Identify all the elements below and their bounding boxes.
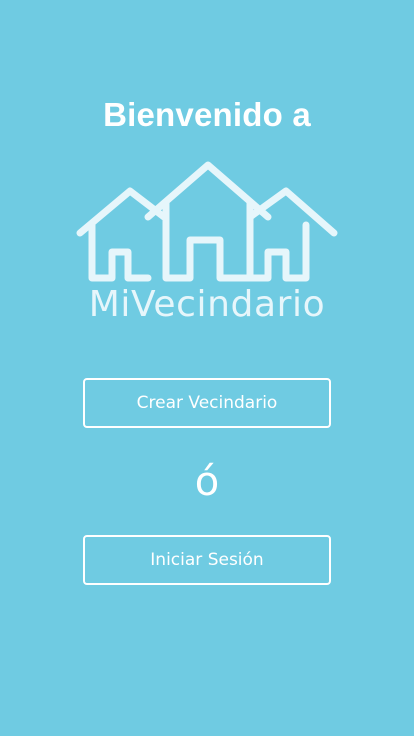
app-name: MiVecindario (88, 284, 326, 325)
or-separator: ó (194, 459, 220, 505)
create-neighborhood-button[interactable]: Crear Vecindario (83, 378, 331, 428)
login-button[interactable]: Iniciar Sesión (83, 535, 331, 585)
app-logo: MiVecindario (72, 155, 342, 330)
houses-icon (76, 161, 338, 282)
welcome-title: Bienvenido a (103, 96, 311, 133)
